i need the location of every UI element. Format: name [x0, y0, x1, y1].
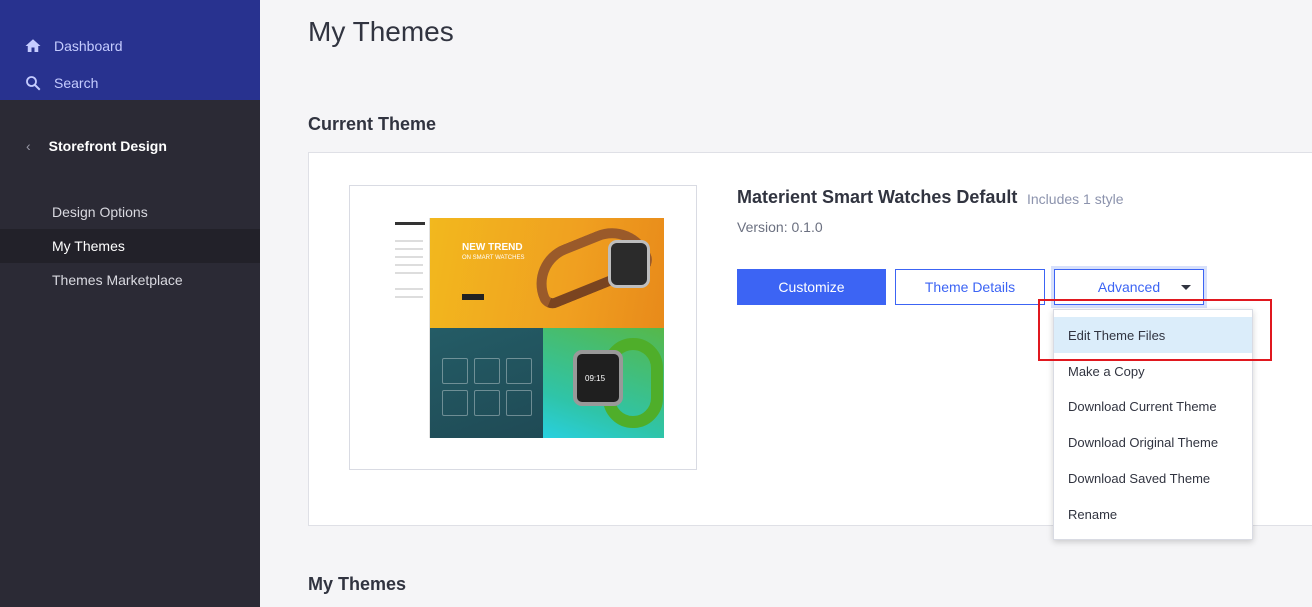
- theme-preview: NEW TREND ON SMART WATCHES 09:15: [349, 185, 697, 470]
- caret-down-icon: [1181, 285, 1191, 290]
- advanced-button-label: Advanced: [1097, 279, 1161, 295]
- advanced-dropdown-button[interactable]: Advanced: [1054, 269, 1204, 305]
- menu-item-edit-theme-files[interactable]: Edit Theme Files: [1054, 317, 1252, 353]
- customize-button[interactable]: Customize: [737, 269, 886, 305]
- sidebar-item-label: My Themes: [52, 238, 125, 254]
- preview-watch-panel: 09:15: [543, 328, 664, 438]
- watch-shape: 09:15: [573, 350, 623, 406]
- menu-item-download-current-theme[interactable]: Download Current Theme: [1054, 388, 1252, 424]
- sidebar-item-label: Themes Marketplace: [52, 272, 183, 288]
- sidebar-section-title: Storefront Design: [48, 138, 167, 154]
- menu-item-make-a-copy[interactable]: Make a Copy: [1054, 353, 1252, 389]
- preview-watch-time: 09:15: [585, 374, 606, 383]
- theme-styles-count: Includes 1 style: [1027, 191, 1124, 207]
- nav-search[interactable]: Search: [24, 74, 98, 92]
- sidebar-top-nav: Dashboard Search: [0, 0, 260, 100]
- sidebar-section-back[interactable]: ‹ Storefront Design: [26, 138, 167, 154]
- preview-hero: NEW TREND ON SMART WATCHES: [430, 218, 664, 328]
- preview-sidebar: [390, 218, 430, 438]
- preview-hero-button: [462, 294, 484, 300]
- my-themes-heading: My Themes: [308, 574, 407, 594]
- sidebar-item-design-options[interactable]: Design Options: [0, 195, 260, 229]
- menu-item-rename[interactable]: Rename: [1054, 496, 1252, 532]
- sidebar-item-my-themes[interactable]: My Themes: [0, 229, 260, 263]
- nav-dashboard-label: Dashboard: [54, 38, 123, 54]
- sidebar: Dashboard Search ‹ Storefront Design Des…: [0, 0, 260, 607]
- chevron-left-icon: ‹: [26, 138, 31, 154]
- menu-item-download-original-theme[interactable]: Download Original Theme: [1054, 424, 1252, 460]
- sidebar-item-themes-marketplace[interactable]: Themes Marketplace: [0, 263, 260, 297]
- page-title: My Themes: [308, 16, 454, 47]
- current-theme-heading: Current Theme: [308, 114, 437, 134]
- menu-item-download-saved-theme[interactable]: Download Saved Theme: [1054, 460, 1252, 496]
- theme-name: Materient Smart Watches Default: [737, 187, 1018, 207]
- watch-shape: [608, 240, 650, 288]
- nav-search-label: Search: [54, 75, 99, 91]
- preview-icons-panel: [430, 328, 543, 438]
- search-icon: [26, 76, 41, 91]
- advanced-dropdown-menu: Edit Theme Files Make a Copy Download Cu…: [1053, 309, 1253, 540]
- preview-hero-subtitle: ON SMART WATCHES: [462, 255, 525, 261]
- theme-details-button[interactable]: Theme Details: [895, 269, 1045, 305]
- nav-dashboard[interactable]: Dashboard: [24, 37, 123, 55]
- preview-hero-title: NEW TREND: [462, 242, 523, 253]
- theme-version: Version: 0.1.0: [737, 219, 823, 235]
- home-icon: [25, 39, 41, 52]
- theme-preview-image: NEW TREND ON SMART WATCHES 09:15: [390, 218, 664, 438]
- sidebar-item-label: Design Options: [52, 204, 148, 220]
